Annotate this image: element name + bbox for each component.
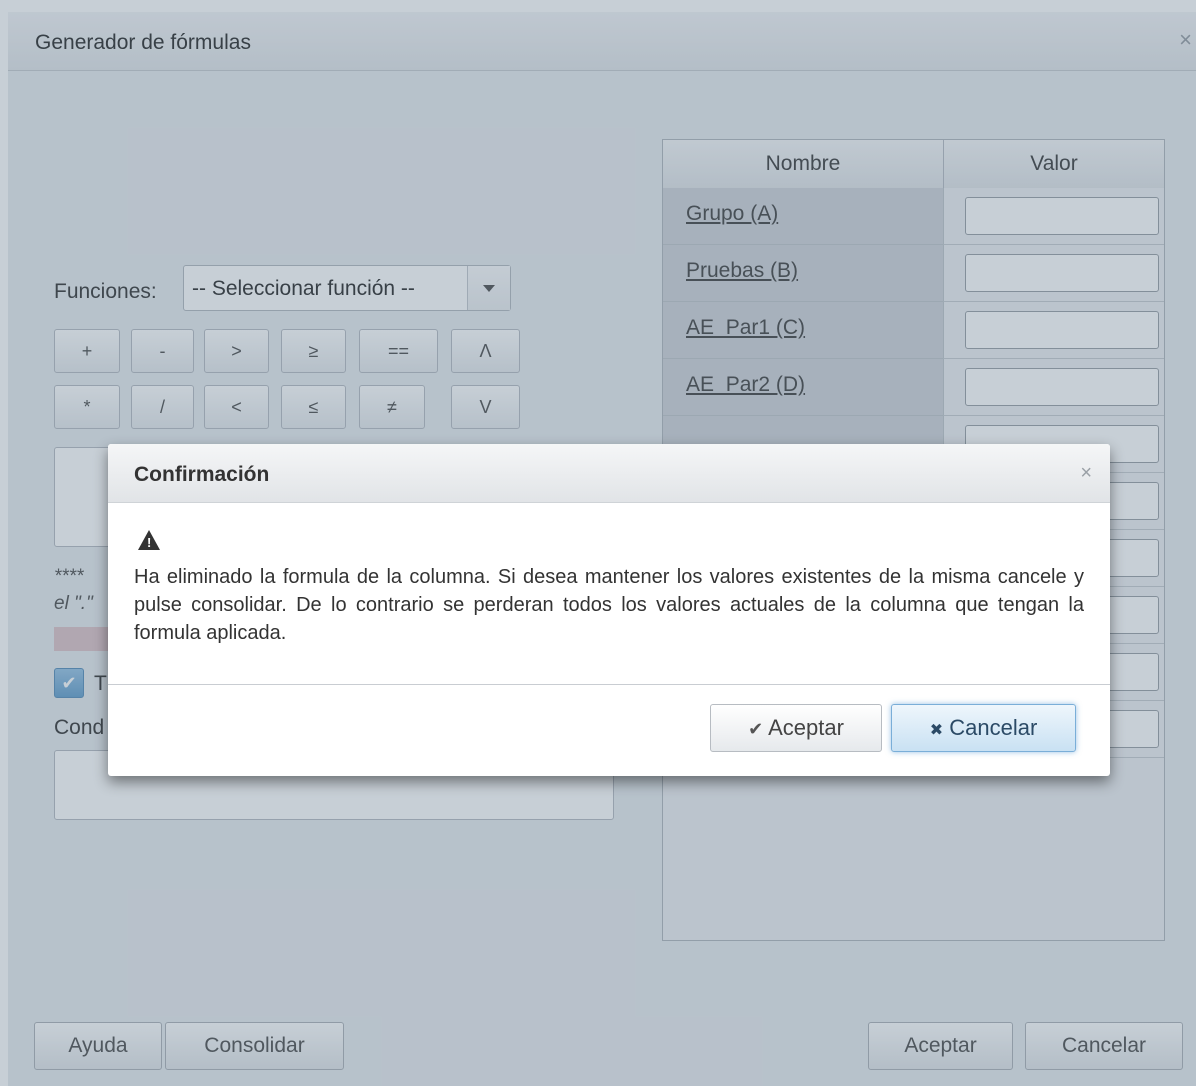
dialog-message: Ha eliminado la formula de la columna. S… xyxy=(134,566,1084,644)
dialog-cancel-button[interactable]: ✖ Cancelar xyxy=(891,704,1076,752)
dialog-divider xyxy=(108,684,1110,685)
warning-icon: ! xyxy=(138,530,160,550)
dialog-title: Confirmación xyxy=(134,463,270,486)
dialog-accept-button[interactable]: ✔ Aceptar xyxy=(710,704,882,752)
confirmation-dialog: Confirmación × ! Ha eliminado la formula… xyxy=(108,444,1110,776)
dialog-close-icon[interactable]: × xyxy=(1080,462,1092,485)
dialog-title-bar: Confirmación × xyxy=(108,444,1110,503)
dialog-cancel-label: Cancelar xyxy=(949,715,1038,740)
check-icon: ✔ xyxy=(748,719,764,739)
dialog-accept-label: Aceptar xyxy=(768,715,844,740)
close-icon: ✖ xyxy=(929,722,944,739)
